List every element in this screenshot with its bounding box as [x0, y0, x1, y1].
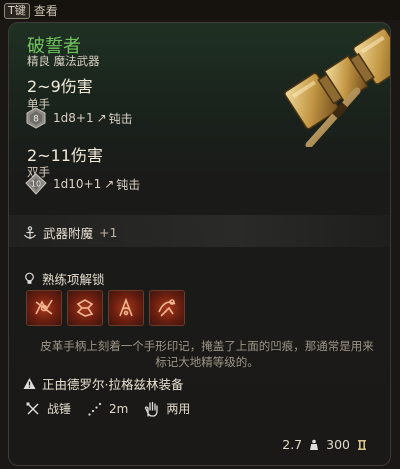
- top-bar: T键 查看: [0, 0, 400, 20]
- d10-die-icon: 10: [25, 173, 47, 195]
- gold-coin-icon: [358, 439, 366, 450]
- range-icon: [88, 402, 102, 416]
- property-weapon-type[interactable]: 战锤: [25, 400, 71, 417]
- enchant-value: +1: [99, 225, 118, 240]
- hand-icon: [145, 401, 158, 417]
- property-range[interactable]: 2m: [87, 401, 128, 417]
- hammer-icon: ↗: [96, 111, 107, 125]
- mastery-header: 熟练项解锁: [23, 269, 105, 288]
- damage-formula-primary: 8 1d8+1 ↗ 钝击: [25, 107, 133, 129]
- formula-secondary: 1d10+1: [53, 177, 102, 191]
- damage-primary: 2~9伤害: [27, 77, 93, 96]
- d8-die-face: 8: [33, 115, 39, 125]
- item-value: 300: [326, 437, 350, 452]
- d10-die-face: 10: [31, 180, 41, 189]
- damage-secondary: 2~11伤害: [27, 146, 103, 165]
- weight-icon: [310, 439, 319, 450]
- item-footer: 2.7 300: [282, 437, 374, 452]
- lightbulb-icon: [25, 272, 34, 284]
- warhammer-icon: [284, 27, 390, 147]
- rush-attack-icon[interactable]: [26, 290, 62, 326]
- item-weight: 2.7: [282, 437, 303, 452]
- damage-type-primary: 钝击: [108, 111, 133, 126]
- weapon-enchantment[interactable]: 武器附魔 +1: [23, 223, 117, 242]
- mastery-actions: [26, 290, 185, 326]
- damage-formula-secondary: 10 1d10+1 ↗ 钝击: [25, 173, 140, 195]
- hammer-icon: ↗: [104, 177, 115, 191]
- key-hint[interactable]: T键 查看: [4, 2, 58, 19]
- mastery-label: 熟练项解锁: [42, 272, 105, 287]
- property-handedness-label: 两用: [166, 402, 191, 416]
- prepare-icon[interactable]: [108, 290, 144, 326]
- equipped-by: 正由德罗尔·拉格兹林装备: [23, 374, 183, 393]
- property-weapon-type-label: 战锤: [47, 402, 72, 416]
- equipped-by-label: 正由德罗尔·拉格兹林装备: [42, 377, 184, 392]
- item-description: 皮革手柄上刻着一个手形印记，掩盖了上面的凹痕，那通常是用来标记大地精等级的。: [40, 339, 374, 369]
- key-label: T键: [4, 2, 30, 19]
- enchant-label: 武器附魔: [43, 226, 94, 241]
- formula-primary: 1d8+1: [53, 111, 94, 125]
- tenacity-icon[interactable]: [67, 290, 103, 326]
- d8-die-icon: 8: [26, 107, 46, 129]
- weapon-properties: 战锤 2m 两用: [25, 400, 206, 417]
- damage-type-secondary: 钝击: [116, 177, 141, 192]
- topple-icon[interactable]: [149, 290, 185, 326]
- item-subtype: 精良 魔法武器: [27, 54, 100, 68]
- item-tooltip: 破誓者 精良 魔法武器 2~9伤害 单手 8 1d8+1 ↗ 钝击 2~11伤害…: [8, 22, 391, 466]
- anchor-icon: [24, 225, 36, 239]
- property-range-label: 2m: [109, 401, 129, 416]
- crossed-weapons-icon: [26, 402, 39, 414]
- key-hint-label: 查看: [33, 4, 58, 18]
- warning-icon: [23, 378, 36, 389]
- property-handedness[interactable]: 两用: [144, 400, 190, 417]
